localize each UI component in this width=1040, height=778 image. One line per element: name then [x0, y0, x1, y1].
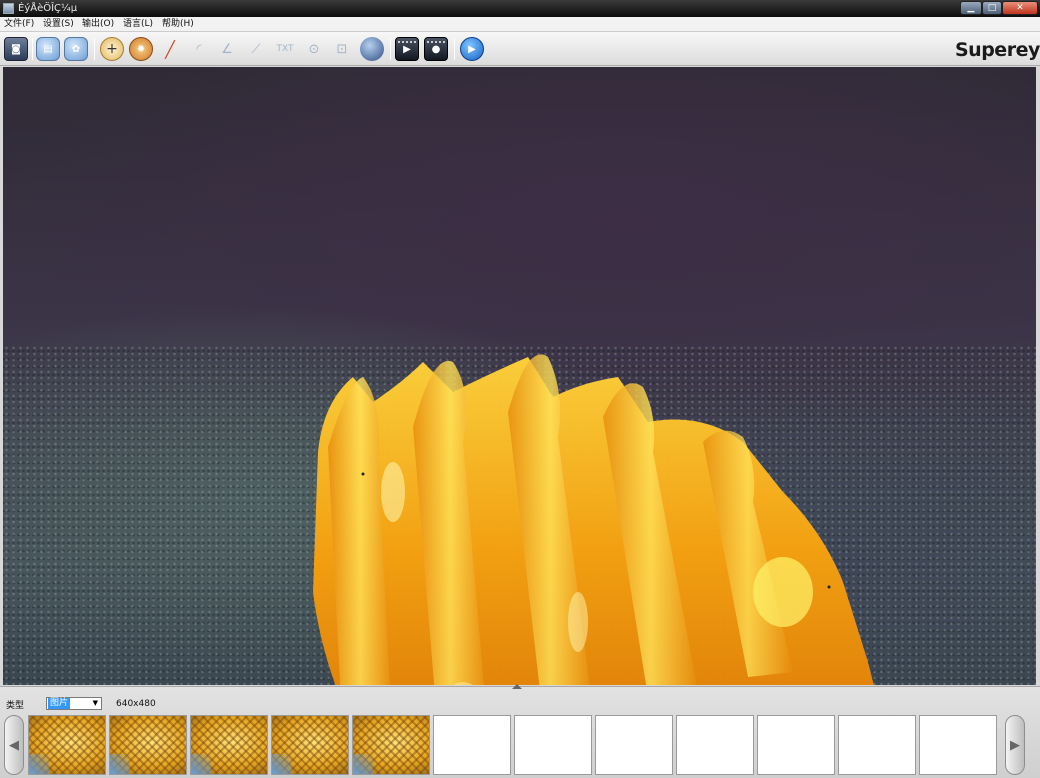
- brand-logo: Supereyes: [955, 39, 1040, 61]
- toolbar-separator: [32, 38, 33, 60]
- thumbnail-2[interactable]: [109, 715, 187, 775]
- menu-settings[interactable]: 设置(S): [43, 17, 74, 32]
- text-icon[interactable]: TXT: [273, 37, 297, 61]
- menu-bar: 文件(F) 设置(S) 输出(O) 语言(L) 帮助(H): [0, 17, 1040, 32]
- circle-icon[interactable]: ⊙: [302, 37, 326, 61]
- minimize-button[interactable]: ▁: [960, 1, 982, 15]
- film-icon[interactable]: ▶: [395, 37, 419, 61]
- close-icon: ✕: [1016, 3, 1024, 13]
- thumbnail-slot-empty[interactable]: [514, 715, 592, 775]
- angle-icon[interactable]: ∠: [215, 37, 239, 61]
- thumbnail-panel: 类型 图片 ▼ 640x480 ◀ ▶: [0, 684, 1040, 778]
- line-icon[interactable]: ⟋: [244, 37, 268, 61]
- chevron-right-icon: ▶: [1010, 737, 1020, 753]
- scroll-left-button[interactable]: ◀: [4, 715, 24, 775]
- thumbnail-3[interactable]: [190, 715, 268, 775]
- video-settings-icon[interactable]: ✿: [64, 37, 88, 61]
- sphere-icon[interactable]: [360, 37, 384, 61]
- toolbar-separator: [454, 38, 455, 60]
- chevron-down-icon: ▼: [92, 699, 98, 707]
- scroll-right-button[interactable]: ▶: [1005, 715, 1025, 775]
- thumbnail-slot-empty[interactable]: [919, 715, 997, 775]
- maximize-icon: □: [987, 3, 997, 13]
- app-window: ÉýÅèÖÎÇ¼µ ▁ □ ✕ 文件(F) 设置(S) 输出(O) 语言(L) …: [0, 0, 1040, 778]
- resolution-label: 640x480: [116, 699, 156, 709]
- arc-icon[interactable]: ◜: [187, 37, 211, 61]
- crosshair-icon[interactable]: +: [100, 37, 124, 61]
- thumbnail-4[interactable]: [271, 715, 349, 775]
- window-title: ÉýÅèÖÎÇ¼µ: [18, 3, 78, 14]
- menu-language[interactable]: 语言(L): [123, 17, 153, 32]
- chevron-left-icon: ◀: [9, 737, 19, 753]
- panel-collapse-icon[interactable]: [512, 684, 522, 689]
- thumbnail-1[interactable]: [28, 715, 106, 775]
- gear-icon[interactable]: ✹: [129, 37, 153, 61]
- app-icon: [3, 3, 14, 14]
- camera-preview[interactable]: [3, 67, 1036, 685]
- play-icon[interactable]: ▶: [460, 37, 484, 61]
- thumbnail-slot-empty[interactable]: [838, 715, 916, 775]
- menu-file[interactable]: 文件(F): [4, 17, 34, 32]
- toolbar-separator: [390, 38, 391, 60]
- thumbnail-slot-empty[interactable]: [433, 715, 511, 775]
- type-dropdown[interactable]: 图片 ▼: [46, 697, 102, 710]
- thumbnail-slot-empty[interactable]: [595, 715, 673, 775]
- thumbnail-5[interactable]: [352, 715, 430, 775]
- camera-icon[interactable]: ◙: [4, 37, 28, 61]
- ruler-icon[interactable]: ╱: [158, 37, 182, 61]
- maximize-button[interactable]: □: [982, 1, 1002, 15]
- film-record-icon[interactable]: ●: [424, 37, 448, 61]
- minimize-icon: ▁: [967, 3, 975, 13]
- type-label: 类型: [6, 701, 25, 711]
- thumbnail-slot-empty[interactable]: [757, 715, 835, 775]
- specimen-image: [313, 354, 874, 685]
- title-bar: ÉýÅèÖÎÇ¼µ ▁ □ ✕: [0, 0, 1040, 17]
- thumbnail-slot-empty[interactable]: [676, 715, 754, 775]
- type-dropdown-value: 图片: [48, 698, 71, 709]
- toolbar-separator: [94, 38, 95, 60]
- menu-help[interactable]: 帮助(H): [162, 17, 194, 32]
- text-tool-label: TXT: [276, 44, 294, 54]
- close-button[interactable]: ✕: [1002, 1, 1038, 15]
- menu-output[interactable]: 输出(O): [82, 17, 114, 32]
- toolbar: ◙ ▤ ✿ + ✹ ╱ ◜ ∠ ⟋ TXT ⊙ ⊡ ▶ ● ▶: [0, 32, 1040, 66]
- rectangle-icon[interactable]: ⊡: [330, 37, 354, 61]
- folder-open-icon[interactable]: ▤: [36, 37, 60, 61]
